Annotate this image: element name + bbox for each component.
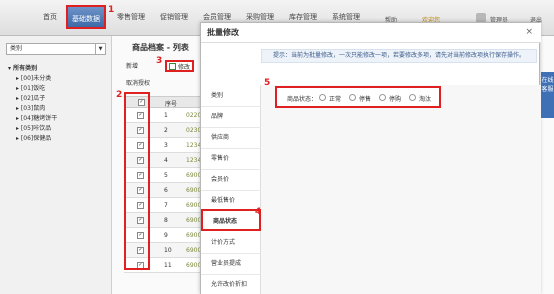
row-code: 6900 <box>186 202 202 209</box>
new-button[interactable]: 新增 <box>126 61 138 73</box>
field-item-member-price[interactable]: 会员价 <box>201 169 261 191</box>
tree-item[interactable]: ▸ [04]糖烤饼干 <box>16 113 57 122</box>
radio-normal[interactable] <box>319 94 326 101</box>
tree-item[interactable]: ▸ [03]鼠肉 <box>16 103 45 112</box>
category-panel: 类别 ▼ ▾ 所有类别 ▸ [00]未分类 ▸ [01]饭吃 ▸ [02]瓜子 … <box>0 36 112 294</box>
annotation-step-5: 5 <box>264 78 271 88</box>
row-code: 6900 <box>186 172 202 179</box>
annotation-step-3: 3 <box>156 56 163 66</box>
radio-stop-purchase-label: 停购 <box>389 96 402 103</box>
field-item-supplier[interactable]: 供应商 <box>201 127 261 149</box>
row-code: 0230 <box>186 127 202 134</box>
row-number: 1 <box>164 112 168 119</box>
field-item-price-change[interactable]: 允许改价折扣 <box>201 274 261 294</box>
row-number: 11 <box>164 262 172 269</box>
row-code: 6900 <box>186 217 202 224</box>
radio-normal-label: 正常 <box>329 96 342 103</box>
chevron-down-icon: ▼ <box>95 44 105 54</box>
nav-retail[interactable]: 零售管理 <box>117 10 145 24</box>
row-number: 7 <box>164 202 168 209</box>
radio-stop-sale-label: 停售 <box>359 96 372 103</box>
tree-root[interactable]: ▾ 所有类别 <box>8 63 37 72</box>
annotation-step-4: 4 <box>255 207 262 217</box>
nav-promotion[interactable]: 促销管理 <box>160 10 188 24</box>
checkbox-column-highlight <box>124 92 150 270</box>
radio-discontinued-label: 淘汰 <box>419 96 432 103</box>
new-button-label: 新增 <box>126 63 139 70</box>
row-number: 4 <box>164 157 168 164</box>
category-select-value: 类别 <box>10 45 23 52</box>
edit-icon <box>169 63 176 70</box>
status-radio-group: 商品状态： 正常 停售 停购 淘汰 <box>275 86 441 108</box>
row-code: 6900 <box>186 247 202 254</box>
row-number: 10 <box>164 247 172 254</box>
annotation-step-2: 2 <box>116 90 123 100</box>
list-title: 商品档案 - 列表 <box>132 43 189 52</box>
tree-item[interactable]: ▸ [06]保健品 <box>16 133 51 142</box>
radio-discontinued[interactable] <box>409 94 416 101</box>
field-list: 类别 品牌 供应商 零售价 会员价 最低售价 商品状态 计价方式 营业员提成 允… <box>201 85 261 294</box>
nav-home[interactable]: 首页 <box>43 10 57 24</box>
field-item-pricing-method[interactable]: 计价方式 <box>201 232 261 254</box>
dialog-tip: 提示：当前为批量修改，一次只能修改一项，若要修改多项，请先对当前修改项执行保存操… <box>261 49 537 63</box>
annotation-step-1: 1 <box>108 5 115 15</box>
row-code: 6900 <box>186 187 202 194</box>
status-label: 商品状态： <box>287 96 318 103</box>
batch-edit-dialog: 批量修改 × 提示：当前为批量修改，一次只能修改一项，若要修改多项，请先对当前修… <box>200 22 541 294</box>
nav-basic-data[interactable]: 基础数据 <box>66 5 106 29</box>
field-item-category[interactable]: 类别 <box>201 85 261 107</box>
row-number: 3 <box>164 142 168 149</box>
row-number: 9 <box>164 232 168 239</box>
field-item-product-status[interactable]: 商品状态 <box>201 209 261 231</box>
edit-button[interactable]: 修改 <box>165 60 195 72</box>
close-icon[interactable]: × <box>525 27 533 37</box>
row-number: 5 <box>164 172 168 179</box>
tree-item[interactable]: ▸ [01]饭吃 <box>16 83 45 92</box>
row-code: 6900 <box>186 232 202 239</box>
tree-item[interactable]: ▸ [00]未分类 <box>16 73 51 82</box>
row-number: 2 <box>164 127 168 134</box>
dialog-title: 批量修改 <box>201 23 541 43</box>
row-code: 1234 <box>186 157 202 164</box>
row-code: 0220 <box>186 112 202 119</box>
header-num: 序号 <box>165 101 178 108</box>
edit-area <box>261 85 541 294</box>
tree-item[interactable]: ▸ [02]瓜子 <box>16 93 45 102</box>
field-item-brand[interactable]: 品牌 <box>201 106 261 128</box>
radio-stop-sale[interactable] <box>349 94 356 101</box>
tree-item[interactable]: ▸ [05]咔饮品 <box>16 123 51 132</box>
cancel-auth-button[interactable]: 取消授权 <box>126 78 150 90</box>
radio-stop-purchase[interactable] <box>379 94 386 101</box>
row-code: 1234 <box>186 142 202 149</box>
online-service-tab[interactable]: 在线客服 <box>541 72 554 118</box>
field-item-commission[interactable]: 营业员提成 <box>201 253 261 275</box>
row-number: 8 <box>164 217 168 224</box>
row-number: 6 <box>164 187 168 194</box>
field-item-retail-price[interactable]: 零售价 <box>201 148 261 170</box>
edit-button-label: 修改 <box>178 64 191 71</box>
row-code: 6900 <box>186 262 202 269</box>
category-select[interactable]: 类别 ▼ <box>6 43 106 55</box>
